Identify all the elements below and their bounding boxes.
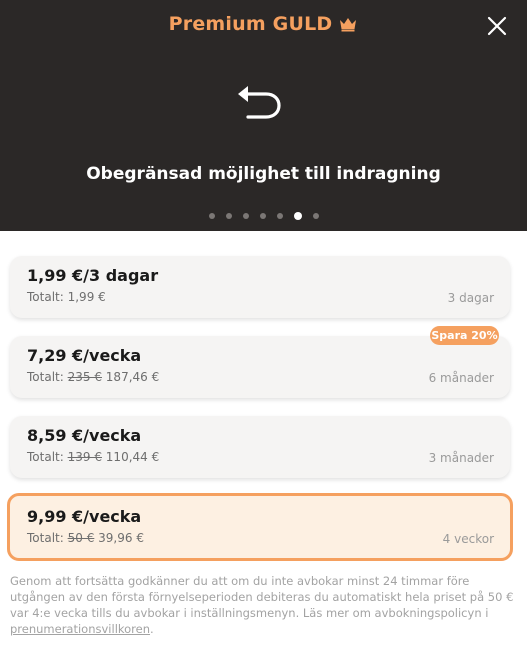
carousel-dot[interactable] — [242, 213, 249, 219]
carousel-dot[interactable] — [312, 213, 319, 219]
plan-total-value: 187,46 € — [105, 370, 160, 384]
plan-original-total: 235 € — [67, 370, 102, 384]
feature-title: Obegränsad möjlighet till indragning — [86, 164, 441, 184]
plan-original-total: 139 € — [67, 450, 102, 464]
title-row: Premium GULD — [0, 10, 527, 38]
plan-price: 1,99 €/3 dagar — [27, 266, 159, 285]
carousel-dots — [0, 211, 527, 221]
plan-option-3-months[interactable]: 8,59 €/vecka Totalt: 139 € 110,44 € 3 må… — [10, 416, 510, 478]
carousel-dot[interactable] — [225, 213, 232, 219]
terms-link[interactable]: prenumerationsvillkoren — [10, 622, 150, 636]
plan-total-value: 1,99 € — [67, 290, 106, 304]
disclaimer-text: Genom att fortsätta godkänner du att om … — [10, 574, 514, 636]
plan-total: Totalt: 50 € 39,96 € — [27, 531, 144, 545]
plan-duration: 3 månader — [428, 451, 494, 465]
plan-duration: 6 månader — [428, 371, 494, 385]
close-icon[interactable] — [485, 14, 509, 38]
plan-total: Totalt: 139 € 110,44 € — [27, 450, 160, 464]
plan-option-3-days[interactable]: 1,99 €/3 dagar Totalt: 1,99 € 3 dagar — [10, 256, 510, 318]
plan-total: Totalt: 1,99 € — [27, 290, 106, 304]
carousel-dot[interactable] — [208, 213, 215, 219]
carousel-dot[interactable] — [276, 213, 283, 219]
plan-original-total: 50 € — [67, 531, 95, 545]
savings-badge: Spara 20% — [430, 326, 499, 345]
close-button[interactable] — [485, 14, 509, 38]
plan-duration: 3 dagar — [447, 291, 494, 305]
page-title: Premium GULD — [168, 13, 333, 35]
plan-price: 9,99 €/vecka — [27, 507, 142, 526]
undo-arrow-icon — [234, 80, 286, 122]
plan-total: Totalt: 235 € 187,46 € — [27, 370, 160, 384]
plan-total-value: 110,44 € — [105, 450, 160, 464]
plan-option-6-months[interactable]: 7,29 €/vecka Totalt: 235 € 187,46 € 6 må… — [10, 336, 510, 398]
carousel-dot[interactable] — [259, 213, 266, 219]
plan-option-4-weeks-selected[interactable]: 9,99 €/vecka Totalt: 50 € 39,96 € 4 veck… — [7, 493, 513, 561]
plan-price: 7,29 €/vecka — [27, 346, 142, 365]
plan-price: 8,59 €/vecka — [27, 426, 142, 445]
carousel-dot-active[interactable] — [293, 212, 302, 220]
premium-header: Premium GULD Obegränsad möjlighet till i… — [0, 0, 527, 231]
plan-total-value: 39,96 € — [98, 531, 144, 545]
crown-icon — [338, 16, 358, 32]
plan-duration: 4 veckor — [442, 532, 494, 546]
